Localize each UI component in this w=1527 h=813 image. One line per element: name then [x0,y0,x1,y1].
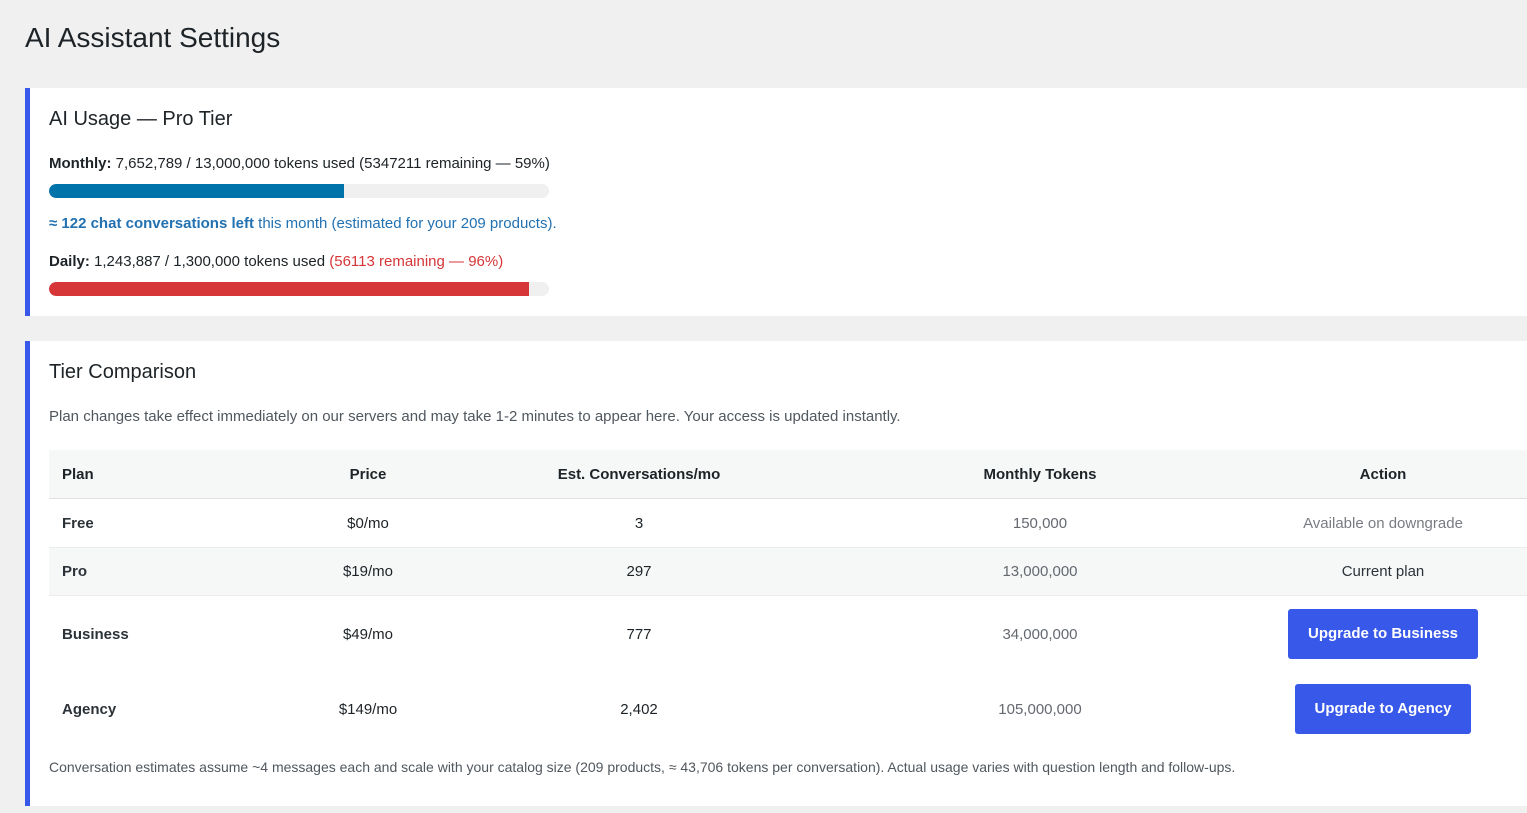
daily-usage-line: Daily: 1,243,887 / 1,300,000 tokens used… [49,253,503,270]
daily-usage-text: 1,243,887 / 1,300,000 tokens used [94,253,326,270]
table-row: Business $49/mo 777 34,000,000 Upgrade t… [49,596,1527,673]
header-price: Price [305,450,431,499]
conversations-left: ≈ 122 chat conversations left [49,215,254,232]
monthly-usage-text: 7,652,789 / 13,000,000 tokens used (5347… [115,155,550,172]
conversation-estimate-footnote: Conversation estimates assume ~4 message… [49,759,1236,775]
header-monthly-tokens: Monthly Tokens [847,450,1233,499]
conversations-estimate-detail: this month (estimated for your 209 produ… [253,215,557,232]
daily-remaining-warning: (56113 remaining — 96%) [329,253,504,270]
plan-tokens: 13,000,000 [847,547,1233,596]
plan-price: $19/mo [305,547,431,596]
monthly-usage-line: Monthly: 7,652,789 / 13,000,000 tokens u… [49,155,550,172]
table-row: Agency $149/mo 2,402 105,000,000 Upgrade… [49,672,1527,746]
tier-comparison-title: Tier Comparison [49,361,197,383]
plan-action-cell: Upgrade to Business [1233,596,1527,673]
monthly-label: Monthly: [49,155,112,172]
plan-tokens: 34,000,000 [1002,625,1078,643]
header-action: Action [1233,450,1527,499]
header-conversations: Est. Conversations/mo [431,450,847,499]
conversations-estimate: ≈ 122 chat conversations left this month… [49,215,557,232]
daily-progress-bar [49,282,549,296]
plan-name: Free [49,498,305,548]
plan-tokens: 105,000,000 [998,700,1082,718]
upgrade-to-business-button[interactable]: Upgrade to Business [1287,609,1479,659]
plan-tokens: 150,000 [847,498,1233,548]
tier-comparison-description: Plan changes take effect immediately on … [49,408,901,425]
plan-name: Agency [62,700,117,718]
tier-table-header: Plan Price Est. Conversations/mo Monthly… [49,450,1527,499]
daily-label: Daily: [49,253,90,270]
plan-conversations: 3 [431,498,847,548]
usage-card: AI Usage — Pro Tier Monthly: 7,652,789 /… [25,88,1527,316]
plan-price: $0/mo [305,498,431,548]
table-row: Pro $19/mo 297 13,000,000 Current plan [49,547,1527,596]
current-plan-label: Current plan [1233,547,1527,596]
plan-action-note: Available on downgrade [1233,498,1527,548]
plan-price: $149/mo [338,700,398,718]
monthly-progress-fill [49,184,344,198]
tier-comparison-card: Tier Comparison Plan changes take effect… [25,341,1527,806]
plan-conversations: 297 [431,547,847,596]
daily-progress-fill [49,282,529,296]
tier-table: Plan Price Est. Conversations/mo Monthly… [49,450,1527,746]
table-row: Free $0/mo 3 150,000 Available on downgr… [49,498,1527,548]
header-plan: Plan [49,450,305,499]
page-title: AI Assistant Settings [25,22,281,53]
plan-name: Pro [49,547,305,596]
plan-conversations: 777 [626,625,652,643]
plan-price: $49/mo [342,625,394,643]
plan-name: Business [62,625,129,643]
plan-conversations: 2,402 [620,700,658,718]
upgrade-to-agency-button[interactable]: Upgrade to Agency [1294,684,1472,734]
usage-title: AI Usage — Pro Tier [49,108,233,130]
monthly-progress-bar [49,184,549,198]
plan-action-cell: Upgrade to Agency [1233,672,1527,746]
